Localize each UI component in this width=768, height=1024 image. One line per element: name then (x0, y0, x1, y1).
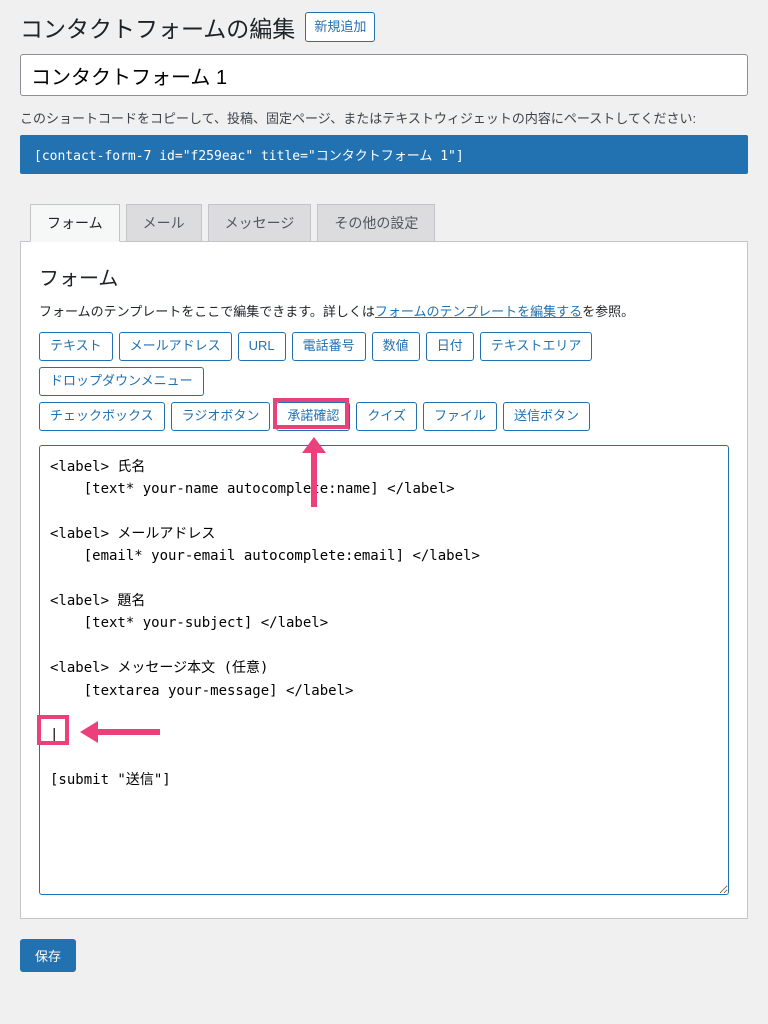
tag-checkbox[interactable]: チェックボックス (39, 402, 165, 431)
template-doc-link[interactable]: フォームのテンプレートを編集する (375, 304, 582, 319)
tag-buttons-row2: チェックボックス ラジオボタン 承諾確認 クイズ ファイル 送信ボタン (39, 402, 729, 431)
page-title: コンタクトフォームの編集 (20, 10, 295, 44)
tag-radio[interactable]: ラジオボタン (171, 402, 271, 431)
tab-form[interactable]: フォーム (30, 204, 120, 242)
panel-description: フォームのテンプレートをここで編集できます。詳しくはフォームのテンプレートを編集… (39, 301, 729, 320)
tag-quiz[interactable]: クイズ (356, 402, 417, 431)
tag-date[interactable]: 日付 (426, 332, 474, 361)
panel-heading: フォーム (39, 262, 729, 291)
tag-number[interactable]: 数値 (372, 332, 420, 361)
tag-acceptance[interactable]: 承諾確認 (276, 402, 350, 431)
tab-mail[interactable]: メール (126, 204, 202, 241)
shortcode-help-text: このショートコードをコピーして、投稿、固定ページ、またはテキストウィジェットの内… (20, 108, 748, 127)
tab-messages[interactable]: メッセージ (208, 204, 312, 241)
shortcode-display[interactable]: [contact-form-7 id="f259eac" title="コンタク… (20, 135, 748, 174)
tag-text[interactable]: テキスト (39, 332, 113, 361)
tag-dropdown[interactable]: ドロップダウンメニュー (39, 367, 204, 396)
save-button[interactable]: 保存 (20, 939, 76, 972)
tag-file[interactable]: ファイル (423, 402, 497, 431)
tag-textarea[interactable]: テキストエリア (480, 332, 593, 361)
tag-url[interactable]: URL (238, 332, 286, 361)
tab-additional[interactable]: その他の設定 (317, 204, 435, 241)
add-new-button[interactable]: 新規追加 (305, 12, 375, 42)
tag-buttons-row1: テキスト メールアドレス URL 電話番号 数値 日付 テキストエリア ドロップ… (39, 332, 729, 396)
tag-submit[interactable]: 送信ボタン (503, 402, 590, 431)
form-title-input[interactable] (20, 54, 748, 96)
tabs-nav: フォーム メール メッセージ その他の設定 (20, 204, 748, 242)
form-panel: フォーム フォームのテンプレートをここで編集できます。詳しくはフォームのテンプレ… (20, 242, 748, 919)
tag-email[interactable]: メールアドレス (119, 332, 232, 361)
form-template-textarea[interactable] (39, 445, 729, 895)
tag-tel[interactable]: 電話番号 (292, 332, 366, 361)
